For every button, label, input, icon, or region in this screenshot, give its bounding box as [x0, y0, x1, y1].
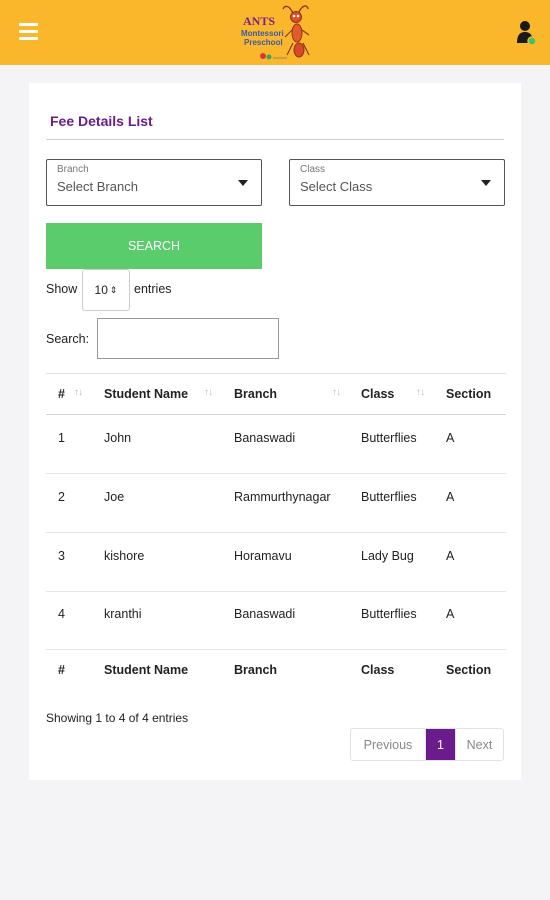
ants-montessori-logo: ANTS Montessori Preschool	[241, 5, 310, 60]
column-header-section[interactable]: Section	[446, 387, 491, 401]
student-name: kranthi	[104, 607, 142, 621]
hamburger-menu-icon[interactable]	[19, 23, 38, 40]
branch-name: Horamavu	[234, 549, 292, 563]
fee-details-card: Fee Details List Branch Select Branch Cl…	[29, 83, 521, 780]
search-button[interactable]: SEARCH	[46, 223, 262, 269]
student-name: Joe	[104, 490, 125, 504]
class-select-label: Class	[300, 164, 326, 175]
table-header-row: # ↑↓ Student Name ↑↓ Branch ↑↓ Class ↑↓ …	[46, 373, 506, 415]
entries-per-page-value: 10	[94, 283, 108, 297]
entries-info: Showing 1 to 4 of 4 entries	[46, 711, 189, 725]
table-row: 3 kishore Horamavu Lady Bug A	[46, 533, 506, 592]
table-search-input[interactable]	[97, 318, 279, 359]
class-name: Butterflies	[361, 490, 417, 504]
entries-label: entries	[134, 282, 172, 296]
svg-text:Preschool: Preschool	[244, 38, 283, 47]
footer-class: Class	[361, 663, 395, 677]
chevron-down-icon	[481, 180, 491, 186]
branch-name: Banaswadi	[234, 607, 296, 621]
row-number: 4	[58, 607, 65, 621]
section-name: A	[446, 431, 455, 445]
branch-select-label: Branch	[57, 164, 89, 175]
footer-student-name: Student Name	[104, 663, 189, 677]
sort-icon[interactable]: ↑↓	[416, 387, 425, 398]
sort-icon[interactable]: ↑↓	[74, 387, 83, 398]
branch-name: Rammurthynagar	[234, 490, 331, 504]
column-header-class[interactable]: Class	[361, 387, 394, 401]
column-header-student-name[interactable]: Student Name	[104, 387, 188, 401]
table-footer-row: # Student Name Branch Class Section	[46, 650, 506, 692]
title-divider	[46, 139, 504, 140]
branch-select-value: Select Branch	[57, 179, 138, 194]
footer-section: Section	[446, 663, 492, 677]
page-1-button[interactable]: 1	[426, 729, 455, 760]
student-name: John	[104, 431, 132, 445]
column-header-number[interactable]: #	[58, 387, 65, 401]
class-select[interactable]: Class Select Class	[289, 159, 505, 206]
branch-select[interactable]: Branch Select Branch	[46, 159, 262, 206]
student-name: kishore	[104, 549, 145, 563]
table-search-label: Search:	[46, 332, 90, 346]
sort-icon[interactable]: ↑↓	[332, 387, 341, 398]
section-name: A	[446, 607, 455, 621]
section-name: A	[446, 490, 455, 504]
svg-text:Montessori: Montessori	[241, 29, 284, 38]
user-online-icon[interactable]	[514, 19, 540, 47]
pagination: Previous 1 Next	[350, 728, 504, 761]
sort-icon[interactable]: ↑↓	[204, 387, 213, 398]
row-number: 3	[58, 549, 65, 563]
branch-name: Banaswadi	[234, 431, 296, 445]
chevron-down-icon	[238, 180, 248, 186]
class-name: Butterflies	[361, 607, 417, 621]
footer-branch: Branch	[234, 663, 278, 677]
class-name: Lady Bug	[361, 549, 414, 563]
sort-arrows-icon: ⇕	[109, 284, 118, 295]
next-page-button[interactable]: Next	[455, 729, 503, 760]
table-row: 4 kranthi Banaswadi Butterflies A	[46, 591, 506, 650]
top-app-bar: ANTS Montessori Preschool	[0, 0, 550, 65]
footer-number: #	[58, 663, 65, 677]
class-select-value: Select Class	[300, 179, 373, 194]
page-title: Fee Details List	[50, 113, 153, 129]
logo-ants-text: ANTS	[243, 14, 275, 28]
row-number: 2	[58, 490, 65, 504]
previous-page-button[interactable]: Previous	[351, 729, 426, 760]
class-name: Butterflies	[361, 431, 417, 445]
section-name: A	[446, 549, 455, 563]
show-label: Show	[46, 282, 78, 296]
column-header-branch[interactable]: Branch	[234, 387, 277, 401]
row-number: 1	[58, 431, 65, 445]
entries-per-page-select[interactable]: 10 ⇕	[82, 269, 130, 311]
table-row: 2 Joe Rammurthynagar Butterflies A	[46, 474, 506, 533]
table-row: 1 John Banaswadi Butterflies A	[46, 415, 506, 474]
